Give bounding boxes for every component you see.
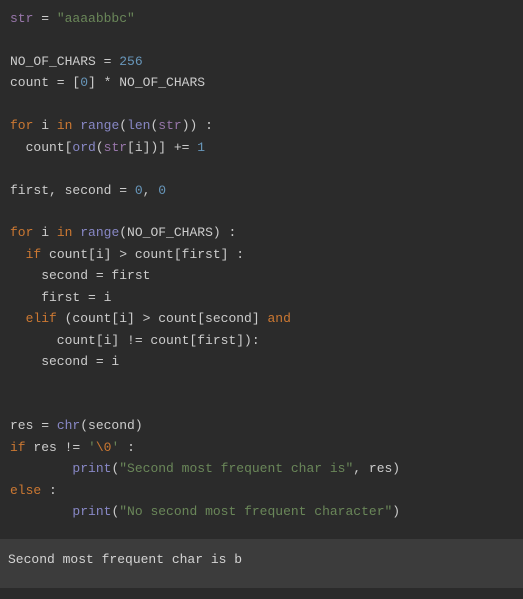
code-token: 256 [119, 54, 142, 69]
code-token: ( [119, 118, 127, 133]
code-token: str [10, 11, 33, 26]
output-panel: Second most frequent char is b [0, 539, 523, 588]
code-token [10, 504, 72, 519]
code-token: NO_OF_CHARS = [10, 54, 119, 69]
code-token: (NO_OF_CHARS) : [119, 225, 236, 240]
code-token: first = i [10, 290, 111, 305]
code-token: and [267, 311, 290, 326]
code-token: print [72, 504, 111, 519]
code-token: \0 [96, 440, 112, 455]
code-token: (count[i] > count[second] [57, 311, 268, 326]
code-token: 0 [158, 183, 166, 198]
code-token: range [80, 118, 119, 133]
code-token: count[ [10, 140, 72, 155]
code-token: : [41, 483, 57, 498]
code-token: if [26, 247, 42, 262]
code-token: second = first [10, 268, 150, 283]
code-token: ' [88, 440, 96, 455]
code-token: for [10, 118, 33, 133]
code-token: )) : [182, 118, 213, 133]
code-token [10, 461, 72, 476]
code-token: , res) [353, 461, 400, 476]
code-token: 1 [197, 140, 205, 155]
code-token: "No second most frequent character" [119, 504, 392, 519]
code-token: len [127, 118, 150, 133]
code-token: count[i] != count[first]): [10, 333, 260, 348]
code-token: , [143, 183, 159, 198]
code-token: range [80, 225, 119, 240]
code-token: ord [72, 140, 95, 155]
code-token: else [10, 483, 41, 498]
code-token [10, 247, 26, 262]
code-token: elif [26, 311, 57, 326]
code-editor[interactable]: str = "aaaabbbc" NO_OF_CHARS = 256 count… [0, 0, 523, 531]
code-token: 0 [80, 75, 88, 90]
code-token: for [10, 225, 33, 240]
code-token: in [57, 225, 73, 240]
code-token: in [57, 118, 73, 133]
code-token: ( [96, 140, 104, 155]
code-token: i [33, 118, 56, 133]
code-token: 0 [135, 183, 143, 198]
code-token: ] * NO_OF_CHARS [88, 75, 205, 90]
code-token: second = i [10, 354, 119, 369]
code-token: res = [10, 418, 57, 433]
code-token: : [119, 440, 135, 455]
code-token: "Second most frequent char is" [119, 461, 353, 476]
code-token: if [10, 440, 26, 455]
code-token: = [33, 11, 56, 26]
code-token: (second) [80, 418, 142, 433]
code-token: print [72, 461, 111, 476]
code-token: count = [ [10, 75, 80, 90]
code-token: str [158, 118, 181, 133]
code-token [10, 311, 26, 326]
code-token: ) [392, 504, 400, 519]
code-token: chr [57, 418, 80, 433]
code-token: "aaaabbbc" [57, 11, 135, 26]
code-token: str [104, 140, 127, 155]
code-token: count[i] > count[first] : [41, 247, 244, 262]
code-token: [i])] += [127, 140, 197, 155]
output-text: Second most frequent char is b [8, 552, 242, 567]
code-token: first, second = [10, 183, 135, 198]
code-token: res != [26, 440, 88, 455]
code-token: i [33, 225, 56, 240]
